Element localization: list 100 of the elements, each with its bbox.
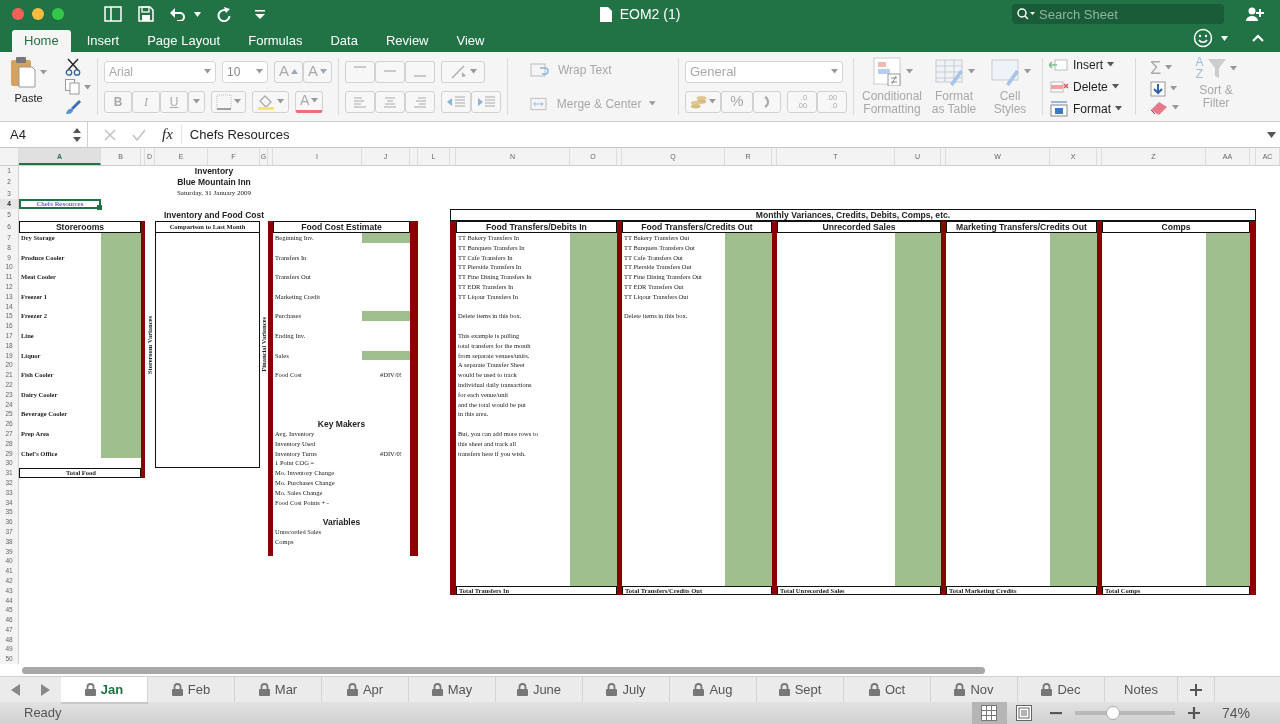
undo-icon[interactable]: [170, 7, 186, 21]
conditional-style-icon: [871, 56, 902, 86]
minimize-button[interactable]: [32, 8, 44, 20]
eraser-icon[interactable]: [1150, 100, 1168, 115]
redo-icon[interactable]: [217, 6, 231, 22]
column-header: Food Transfers/Debits In: [456, 221, 617, 233]
ribbon-tab[interactable]: Insert: [74, 30, 132, 52]
section-title: Variables: [321, 517, 362, 527]
ribbon-tab[interactable]: View: [444, 30, 497, 52]
caret-icon[interactable]: [709, 99, 716, 104]
caret-icon: [1107, 62, 1114, 67]
formula-field[interactable]: Chefs Resources: [180, 124, 1267, 145]
grid-icon: [981, 705, 998, 721]
status-text: Ready: [24, 704, 62, 723]
up-triangle-icon: [291, 69, 298, 74]
fill-color-button[interactable]: [252, 90, 289, 113]
column-header: Storerooms: [19, 221, 141, 233]
search-field[interactable]: Search Sheet: [1012, 4, 1224, 24]
insert-function-button[interactable]: fx: [154, 123, 181, 146]
funnel-icon: [1207, 57, 1226, 79]
delete-cells-button[interactable]: Delete: [1049, 77, 1129, 96]
caret-icon[interactable]: [1221, 35, 1228, 41]
section-title: Key Makers: [316, 419, 367, 429]
next-sheet-icon[interactable]: [41, 683, 51, 696]
caret-icon: [1115, 106, 1122, 111]
scrollbar-thumb[interactable]: [22, 667, 985, 674]
orientation-icon[interactable]: [449, 63, 468, 80]
ribbon-tab[interactable]: Home: [12, 30, 71, 52]
column-header: Unrecorded Sales: [777, 221, 941, 233]
section-header: Monthly Variances, Credits, Debits, Comps, etc.: [450, 209, 1256, 221]
normal-view-button[interactable]: [971, 702, 1007, 724]
customize-icon[interactable]: [255, 9, 265, 19]
ribbon-tab[interactable]: Review: [373, 30, 441, 52]
paint-bucket-icon: [257, 93, 275, 110]
caret-icon[interactable]: [84, 85, 91, 90]
column-header: Comps: [1102, 221, 1250, 233]
insert-cells-button[interactable]: Insert: [1049, 55, 1129, 74]
sheet-tab[interactable]: Jan: [61, 677, 148, 702]
caret-icon[interactable]: [234, 99, 241, 104]
ribbon-tab[interactable]: Formulas: [236, 30, 315, 52]
caret-icon: [649, 101, 656, 106]
ribbon-tab[interactable]: Data: [318, 30, 370, 52]
outdent-icon[interactable]: [447, 94, 465, 109]
caret-icon[interactable]: [193, 99, 200, 104]
plus-icon: [1190, 683, 1202, 696]
coins-icon: [690, 94, 708, 109]
window-title: EOM2 (1): [619, 4, 681, 24]
paste-button[interactable]: Paste: [8, 52, 49, 121]
check-icon[interactable]: [132, 128, 146, 141]
format-cells-button[interactable]: Format: [1049, 99, 1129, 118]
sidebar-icon[interactable]: [104, 6, 122, 22]
document-icon: [599, 6, 612, 22]
scissors-icon[interactable]: [65, 57, 81, 76]
caret-icon[interactable]: [277, 99, 284, 104]
indent-icon[interactable]: [477, 94, 495, 109]
slider-thumb[interactable]: [1105, 706, 1120, 720]
add-person-icon[interactable]: [1246, 7, 1264, 21]
delete-cells-icon: [1049, 78, 1069, 95]
caret-icon[interactable]: [311, 98, 319, 103]
caret-icon[interactable]: [256, 69, 263, 74]
save-icon[interactable]: [138, 6, 154, 22]
ribbon-tab[interactable]: Page Layout: [135, 30, 233, 52]
column-header: Food Cost Estimate: [273, 221, 410, 233]
collapse-ribbon-icon[interactable]: [1252, 34, 1264, 42]
caret-icon[interactable]: [1170, 86, 1177, 91]
down-triangle-icon: [320, 69, 327, 74]
table-style-icon: [933, 56, 964, 86]
insert-cells-icon: [1049, 56, 1069, 73]
zoom-out-icon[interactable]: [1049, 711, 1062, 715]
sheet-subtitle: Blue Mountain Inn: [176, 176, 252, 188]
caret-icon[interactable]: [40, 69, 47, 75]
accounting-button[interactable]: [685, 90, 721, 113]
previous-sheet-icon[interactable]: [10, 683, 20, 696]
smiley-icon[interactable]: [1193, 28, 1213, 48]
clipboard-icon: [10, 56, 36, 88]
close-button[interactable]: [12, 8, 24, 20]
expand-icon[interactable]: [1267, 131, 1276, 138]
border-icon: [216, 93, 232, 110]
fill-handle[interactable]: [97, 205, 102, 210]
fill-down-icon[interactable]: [1150, 80, 1166, 97]
caret-icon[interactable]: [1165, 65, 1173, 70]
stepper-icon[interactable]: [73, 126, 81, 143]
underline-options-button[interactable]: [188, 90, 205, 113]
caret-icon[interactable]: [1172, 105, 1179, 110]
zoom-button[interactable]: [52, 8, 64, 20]
column-header: Food Transfers/Credits Out: [622, 221, 772, 233]
borders-button[interactable]: [211, 90, 246, 113]
section-title: Inventory and Food Cost: [162, 209, 266, 221]
column-header: Marketing Transfers/Credits Out: [946, 221, 1097, 233]
zoom-in-icon[interactable]: [1187, 707, 1200, 719]
name-box[interactable]: A4: [0, 121, 88, 148]
page-icon: [1016, 705, 1033, 721]
cancel-icon[interactable]: [104, 128, 116, 141]
caret-icon[interactable]: [194, 11, 201, 17]
caret-icon[interactable]: [469, 69, 477, 74]
zoom-level: 74%: [1221, 703, 1250, 723]
cell-style-icon: [989, 56, 1020, 86]
comma-style-icon[interactable]: [763, 95, 771, 108]
brush-icon[interactable]: [65, 99, 81, 116]
format-cells-icon: [1049, 100, 1069, 117]
